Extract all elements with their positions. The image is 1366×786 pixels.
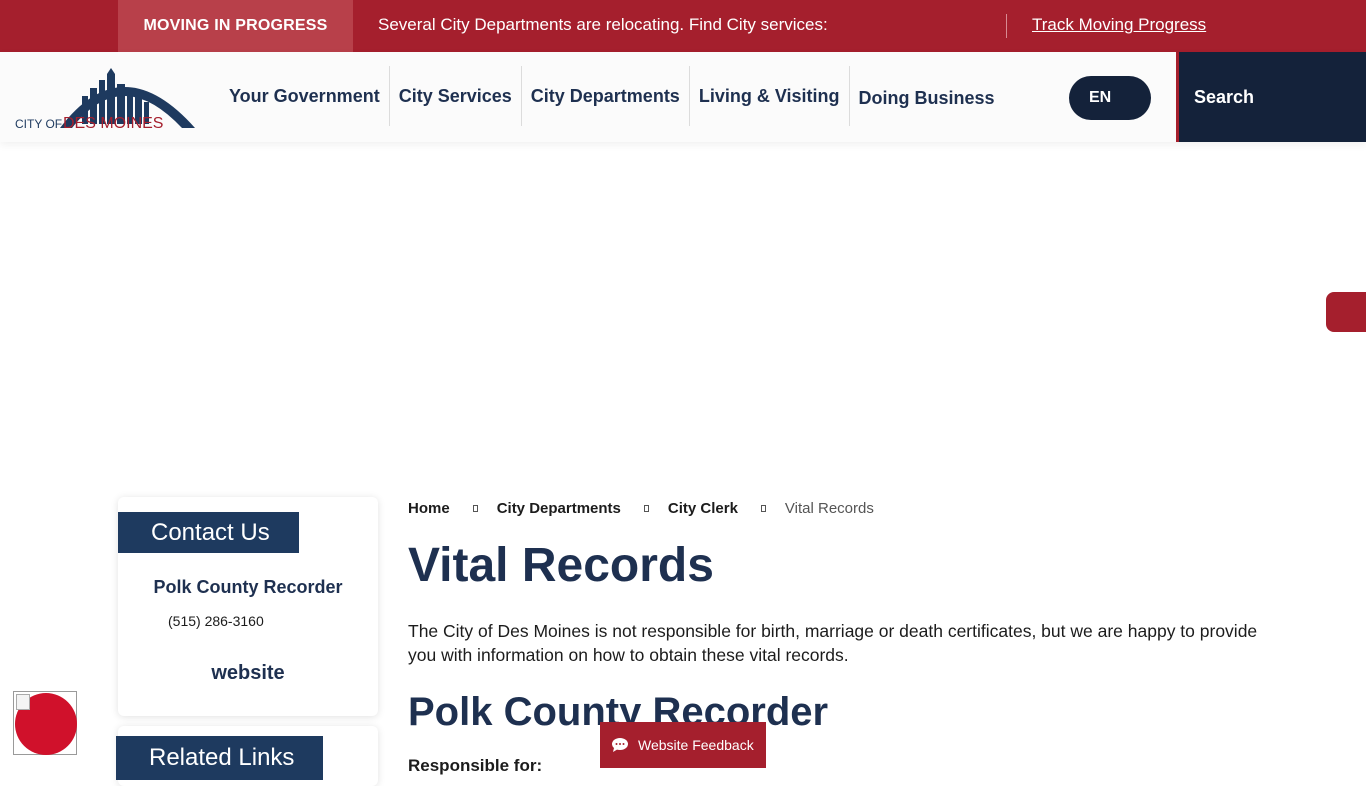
main-nav: Your Government City Services City Depar… xyxy=(220,66,1004,126)
contact-phone[interactable]: (515) 286-3160 xyxy=(168,613,264,629)
breadcrumb-city-departments[interactable]: City Departments xyxy=(497,500,621,517)
website-feedback-label: Website Feedback xyxy=(638,737,754,753)
intro-paragraph: The City of Des Moines is not responsibl… xyxy=(408,621,1258,665)
breadcrumb-home[interactable]: Home xyxy=(408,500,450,517)
chat-bubble-icon xyxy=(612,738,628,752)
logo-text-small: CITY OF xyxy=(15,117,62,131)
related-links-card: Related Links xyxy=(116,726,378,786)
track-moving-progress-link[interactable]: Track Moving Progress xyxy=(1032,15,1206,35)
search-button[interactable]: Search xyxy=(1176,52,1366,142)
breadcrumb-city-clerk[interactable]: City Clerk xyxy=(668,500,738,517)
alert-divider xyxy=(1006,14,1007,38)
nav-doing-business[interactable]: Doing Business xyxy=(850,66,1004,126)
alert-bar: MOVING IN PROGRESS Several City Departme… xyxy=(0,0,1366,52)
related-links-heading: Related Links xyxy=(116,736,323,780)
alert-message: Several City Departments are relocating.… xyxy=(378,15,828,34)
responsible-for-label: Responsible for: xyxy=(408,756,543,775)
des-moines-skyline-logo-icon: CITY OF DES MOINES xyxy=(15,68,195,132)
breadcrumb-separator-icon xyxy=(760,505,766,512)
breadcrumb-separator-icon xyxy=(472,505,478,512)
broken-image-icon xyxy=(16,694,30,710)
breadcrumb: Home City Departments City Clerk Vital R… xyxy=(408,500,874,517)
alert-tag: MOVING IN PROGRESS xyxy=(118,0,353,52)
side-tab-button[interactable] xyxy=(1326,292,1366,332)
nav-your-government[interactable]: Your Government xyxy=(220,66,390,126)
page-title: Vital Records xyxy=(408,539,714,592)
contact-card: Contact Us Polk County Recorder (515) 28… xyxy=(118,497,378,716)
city-logo[interactable]: CITY OF DES MOINES xyxy=(12,66,198,132)
contact-heading: Contact Us xyxy=(118,512,299,553)
nav-city-services[interactable]: City Services xyxy=(390,66,522,126)
nav-living-visiting[interactable]: Living & Visiting xyxy=(690,66,850,126)
breadcrumb-current: Vital Records xyxy=(784,500,874,517)
language-button[interactable]: EN xyxy=(1069,76,1151,120)
site-header: CITY OF DES MOINES Your Government City … xyxy=(0,52,1366,142)
website-feedback-button[interactable]: Website Feedback xyxy=(600,722,766,768)
logo-text-main: DES MOINES xyxy=(63,115,163,132)
contact-name: Polk County Recorder xyxy=(153,577,343,597)
accessibility-widget[interactable] xyxy=(13,691,77,755)
breadcrumb-separator-icon xyxy=(643,505,649,512)
nav-city-departments[interactable]: City Departments xyxy=(522,66,690,126)
contact-website-link[interactable]: website xyxy=(118,662,378,685)
